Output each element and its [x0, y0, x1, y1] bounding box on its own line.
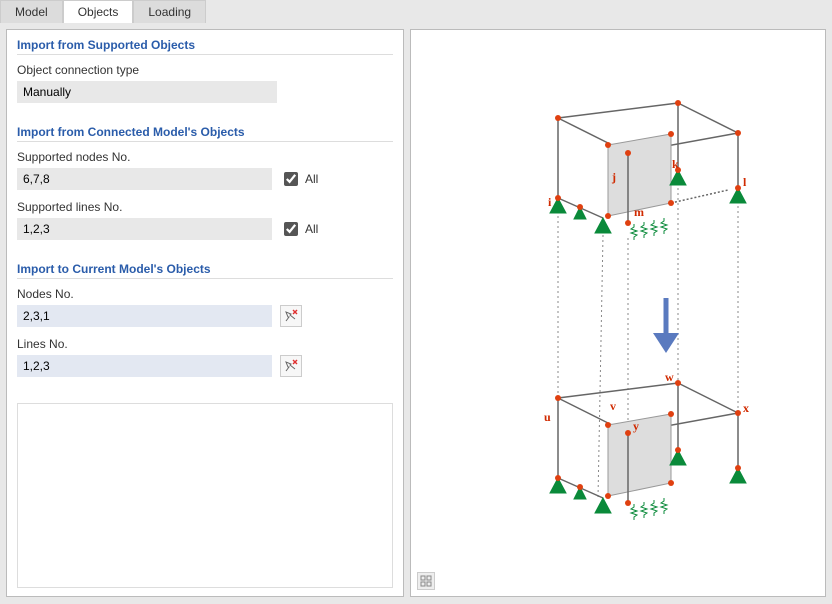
- supported-lines-input[interactable]: [17, 218, 272, 240]
- supported-nodes-all-label: All: [305, 172, 318, 186]
- connection-type-input[interactable]: [17, 81, 277, 103]
- top-structure: i j k l m: [548, 100, 747, 240]
- supported-lines-all-label: All: [305, 222, 318, 236]
- current-nodes-label: Nodes No.: [17, 287, 393, 301]
- label-l: l: [743, 175, 747, 189]
- section-header-supported: Import from Supported Objects: [17, 38, 393, 55]
- supported-nodes-input[interactable]: [17, 168, 272, 190]
- label-j: j: [611, 170, 616, 184]
- empty-panel: [17, 403, 393, 588]
- current-lines-input[interactable]: [17, 355, 272, 377]
- label-u: u: [544, 410, 551, 424]
- connection-type-label: Object connection type: [17, 63, 393, 77]
- tab-objects[interactable]: Objects: [63, 0, 134, 23]
- supported-lines-all-wrap: All: [280, 219, 318, 239]
- tab-loading[interactable]: Loading: [133, 0, 206, 23]
- label-v: v: [610, 399, 616, 413]
- supported-lines-all-checkbox[interactable]: [284, 222, 298, 236]
- pick-nodes-button[interactable]: [280, 305, 302, 327]
- label-i: i: [548, 195, 552, 209]
- label-m: m: [634, 205, 644, 219]
- label-w: w: [665, 370, 674, 384]
- form-panel: Import from Supported Objects Object con…: [6, 29, 404, 597]
- supported-nodes-label: Supported nodes No.: [17, 150, 393, 164]
- current-lines-label: Lines No.: [17, 337, 393, 351]
- arrow-down-icon: [653, 298, 679, 353]
- label-y: y: [633, 419, 639, 433]
- section-header-current: Import to Current Model's Objects: [17, 262, 393, 279]
- section-supported-objects: Import from Supported Objects Object con…: [17, 38, 393, 113]
- pick-lines-button[interactable]: [280, 355, 302, 377]
- label-k: k: [672, 157, 679, 171]
- cursor-x-icon: [284, 309, 298, 323]
- structural-diagram: i j k l m: [411, 30, 825, 596]
- cursor-x-icon: [284, 359, 298, 373]
- supported-nodes-all-checkbox[interactable]: [284, 172, 298, 186]
- section-header-connected: Import from Connected Model's Objects: [17, 125, 393, 142]
- label-x: x: [743, 401, 749, 415]
- tab-bar: Model Objects Loading: [0, 0, 832, 23]
- bottom-structure: u v w x y: [544, 370, 749, 520]
- diagram-panel: i j k l m: [410, 29, 826, 597]
- supported-lines-label: Supported lines No.: [17, 200, 393, 214]
- supported-nodes-all-wrap: All: [280, 169, 318, 189]
- section-connected-objects: Import from Connected Model's Objects Su…: [17, 125, 393, 250]
- current-nodes-input[interactable]: [17, 305, 272, 327]
- view-options-button[interactable]: [417, 572, 435, 590]
- section-current-objects: Import to Current Model's Objects Nodes …: [17, 262, 393, 387]
- grid-icon: [420, 575, 432, 587]
- diagram-svg: i j k l m: [448, 48, 788, 578]
- tab-model[interactable]: Model: [0, 0, 63, 23]
